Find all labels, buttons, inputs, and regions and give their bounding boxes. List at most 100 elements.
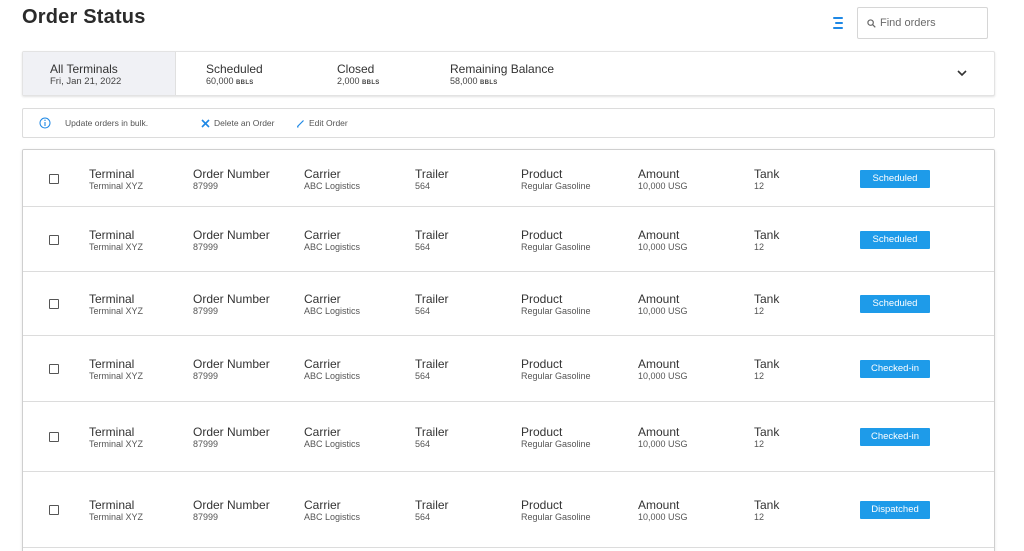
search-box[interactable] [857,7,988,39]
cell-order-number: Order Number 87999 [193,292,270,317]
table-row[interactable]: Terminal Terminal XYZ Order Number 87999 Car… [23,207,994,272]
row-checkbox[interactable] [49,174,59,184]
cell-value: Regular Gasoline [521,306,591,316]
table-row[interactable]: Terminal Terminal XYZ Order Number 87999 Car… [23,336,994,402]
table-row[interactable]: Terminal Terminal XYZ Order Number 87999 Car… [23,272,994,336]
cell-terminal: Terminal Terminal XYZ [89,498,143,523]
cell-value: 564 [415,371,431,381]
cell-value: 12 [754,306,765,316]
status-badge[interactable]: Checked-in [860,428,930,446]
cell-value: 87999 [193,371,219,381]
close-icon [201,118,210,128]
cell-heading: Trailer [415,357,449,371]
cell-tank: Tank 12 [754,357,779,382]
cell-trailer: Trailer 564 [415,357,449,382]
cell-value: Terminal XYZ [89,512,144,522]
cell-heading: Tank [754,228,780,242]
search-input[interactable] [880,17,980,29]
cell-carrier: Carrier ABC Logistics [304,498,360,523]
cell-value: 10,000 USG [638,242,688,252]
cell-heading: Tank [754,425,780,439]
cell-heading: Product [521,292,563,306]
cell-carrier: Carrier ABC Logistics [304,167,360,192]
pencil-icon [297,119,304,127]
cell-value: 10,000 USG [638,181,688,191]
cell-carrier: Carrier ABC Logistics [304,425,360,450]
cell-trailer: Trailer 564 [415,498,449,523]
cell-heading: Amount [638,425,680,439]
cell-heading: Order Number [193,228,270,242]
cell-tank: Tank 12 [754,425,779,450]
cell-value: 10,000 USG [638,371,688,381]
cell-heading: Tank [754,292,780,306]
cell-value: ABC Logistics [304,371,361,381]
row-checkbox[interactable] [49,432,59,442]
status-badge[interactable]: Dispatched [860,501,930,519]
cell-trailer: Trailer 564 [415,292,449,317]
orders-list: Terminal Terminal XYZ Order Number 87999 Car… [22,149,995,551]
table-row[interactable]: Terminal Terminal XYZ Order Number 87999 Car… [23,472,994,548]
row-checkbox[interactable] [49,235,59,245]
chevron-down-icon[interactable] [956,68,968,78]
status-badge[interactable]: Scheduled [860,170,930,188]
cell-heading: Trailer [415,228,449,242]
cell-amount: Amount 10,000 USG [638,425,688,450]
cell-order-number: Order Number 87999 [193,498,270,523]
cell-value: Terminal XYZ [89,439,144,449]
cell-value: 87999 [193,439,219,449]
cell-heading: Amount [638,167,680,181]
terminal-selector[interactable]: All Terminals Fri, Jan 21, 2022 [23,52,176,95]
cell-value: Terminal XYZ [89,306,144,316]
cell-heading: Product [521,167,563,181]
cell-value: ABC Logistics [304,439,361,449]
cell-order-number: Order Number 87999 [193,167,270,192]
cell-value: ABC Logistics [304,306,361,316]
cell-heading: Carrier [304,357,341,371]
cell-heading: Amount [638,228,680,242]
cell-carrier: Carrier ABC Logistics [304,357,360,382]
cell-order-number: Order Number 87999 [193,425,270,450]
cell-heading: Order Number [193,357,270,371]
delete-order-label: Delete an Order [214,118,275,128]
cell-value: 12 [754,439,765,449]
status-badge[interactable]: Checked-in [860,360,930,378]
delete-order-button[interactable]: Delete an Order [201,115,274,131]
cell-value: Regular Gasoline [521,371,591,381]
cell-value: 10,000 USG [638,512,688,522]
cell-amount: Amount 10,000 USG [638,498,688,523]
cell-heading: Order Number [193,425,270,439]
cell-value: 12 [754,181,765,191]
cell-value: 12 [754,242,765,252]
row-checkbox[interactable] [49,364,59,374]
filter-lines-icon[interactable] [833,16,845,30]
cell-heading: Order Number [193,167,270,181]
cell-value: 564 [415,512,431,522]
cell-carrier: Carrier ABC Logistics [304,292,360,317]
cell-amount: Amount 10,000 USG [638,357,688,382]
terminal-label: All Terminals [50,62,118,76]
status-badge[interactable]: Scheduled [860,295,930,313]
cell-heading: Terminal [89,425,135,439]
cell-tank: Tank 12 [754,292,779,317]
edit-order-button[interactable]: Edit Order [296,115,348,131]
cell-carrier: Carrier ABC Logistics [304,228,360,253]
cell-heading: Terminal [89,228,135,242]
cell-amount: Amount 10,000 USG [638,167,688,192]
cell-value: 87999 [193,242,219,252]
status-badge[interactable]: Scheduled [860,231,930,249]
cell-value: 12 [754,512,765,522]
cell-value: ABC Logistics [304,512,361,522]
bulk-info-text: Update orders in bulk. [65,118,149,128]
cell-tank: Tank 12 [754,167,779,192]
row-checkbox[interactable] [49,505,59,515]
row-checkbox[interactable] [49,299,59,309]
cell-order-number: Order Number 87999 [193,357,270,382]
summary-panel: All Terminals Fri, Jan 21, 2022 Schedule… [22,51,995,96]
table-row[interactable]: Terminal Terminal XYZ Order Number 87999 Car… [23,402,994,472]
table-row[interactable]: Terminal Terminal XYZ Order Number 87999 Car… [23,150,994,207]
cell-heading: Amount [638,357,680,371]
cell-heading: Terminal [89,167,135,181]
cell-product: Product Regular Gasoline [521,425,591,450]
cell-value: ABC Logistics [304,181,361,191]
cell-value: Regular Gasoline [521,242,591,252]
